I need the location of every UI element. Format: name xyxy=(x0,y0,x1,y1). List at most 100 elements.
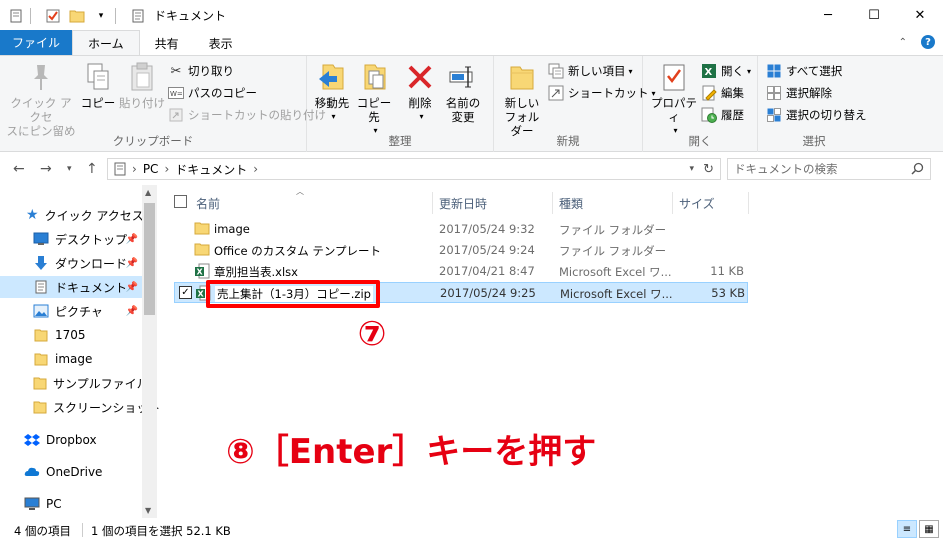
nav-item-downloads[interactable]: ダウンロード 📌 xyxy=(0,252,142,274)
cut-button[interactable]: ✂ 切り取り xyxy=(168,61,234,81)
breadcrumb-chevron-icon[interactable]: › xyxy=(132,162,137,176)
refresh-icon[interactable]: ↻ xyxy=(703,162,714,177)
tab-share[interactable]: 共有 xyxy=(140,31,194,55)
new-item-button[interactable]: 新しい項目 ▾ xyxy=(548,61,633,81)
close-button[interactable]: ✕ xyxy=(897,0,943,31)
copy-path-icon: W= xyxy=(168,85,184,101)
column-header-type[interactable]: 種類 xyxy=(553,192,673,214)
select-none-button[interactable]: 選択解除 xyxy=(766,83,832,103)
paste-button[interactable]: 貼り付け xyxy=(119,60,165,110)
column-label: 種類 xyxy=(559,196,584,211)
divider xyxy=(30,7,31,24)
tab-file[interactable]: ファイル xyxy=(0,30,73,55)
invert-selection-button[interactable]: 選択の切り替え xyxy=(766,105,867,125)
move-to-button[interactable]: 移動先 ▾ xyxy=(313,60,351,124)
nav-item-onedrive[interactable]: OneDrive xyxy=(0,461,142,483)
file-row[interactable]: X 章別担当表.xlsx 2017/04/21 8:47 Microsoft E… xyxy=(174,261,748,282)
rename-label: 名前の 変更 xyxy=(445,96,481,124)
chevron-down-icon: ▾ xyxy=(419,112,424,121)
file-row[interactable]: Office のカスタム テンプレート 2017/05/24 9:24 ファイル… xyxy=(174,240,748,261)
file-date: 2017/05/24 9:32 xyxy=(439,222,535,236)
pin-to-quick-access-button[interactable]: クイック アクセ スにピン留め xyxy=(6,60,76,138)
history-icon xyxy=(701,107,717,123)
breadcrumb-chevron-icon[interactable]: › xyxy=(253,162,258,176)
open-button[interactable]: X 開く ▾ xyxy=(701,61,751,81)
search-input[interactable]: ドキュメントの検索 xyxy=(727,158,931,180)
invert-selection-icon xyxy=(766,107,782,123)
rename-button[interactable]: 名前の 変更 xyxy=(443,60,483,124)
copy-button[interactable]: コピー xyxy=(80,60,116,110)
ribbon-collapse-icon[interactable]: ⌃ xyxy=(899,37,907,48)
nav-item-pictures[interactable]: ピクチャ 📌 xyxy=(0,300,142,322)
download-icon xyxy=(33,255,49,271)
tab-view[interactable]: 表示 xyxy=(194,31,248,55)
maximize-button[interactable]: ☐ xyxy=(851,0,897,31)
customize-quick-access-icon[interactable]: ▾ xyxy=(93,8,109,24)
svg-text:X: X xyxy=(197,268,204,277)
select-all-button[interactable]: すべて選択 xyxy=(766,61,842,81)
folder-icon xyxy=(33,399,47,415)
organize-group-label: 整理 xyxy=(388,134,412,148)
scroll-up-icon[interactable]: ▲ xyxy=(145,188,151,197)
nav-item-label: ダウンロード xyxy=(55,256,128,271)
nav-item-documents[interactable]: ドキュメント 📌 xyxy=(0,276,142,298)
scroll-down-icon[interactable]: ▼ xyxy=(145,506,151,515)
new-folder-button[interactable]: 新しい フォルダー xyxy=(500,60,544,138)
nav-item-pc[interactable]: PC xyxy=(0,493,142,515)
open-group-label: 開く xyxy=(688,134,712,148)
nav-pane-scrollbar[interactable]: ▲ ▼ xyxy=(142,185,157,518)
nav-item-desktop[interactable]: デスクトップ 📌 xyxy=(0,228,142,250)
nav-item-label: ピクチャ xyxy=(55,304,103,319)
help-icon[interactable]: ? xyxy=(921,35,935,49)
nav-item-label: 1705 xyxy=(55,328,86,342)
delete-button[interactable]: 削除 ▾ xyxy=(405,60,435,124)
breadcrumb-pc[interactable]: PC xyxy=(143,162,159,176)
paste-shortcut-icon xyxy=(168,107,184,123)
column-header-date[interactable]: 更新日時 xyxy=(433,192,553,214)
nav-item-folder-1705[interactable]: 1705 xyxy=(0,324,142,346)
edit-button[interactable]: 編集 xyxy=(701,83,744,103)
minimize-button[interactable]: ─ xyxy=(805,0,851,31)
large-icons-view-icon[interactable]: ▦ xyxy=(919,520,939,538)
column-header-name[interactable]: 名前 ︿ xyxy=(190,187,433,214)
nav-item-label: サンプルファイル xyxy=(53,376,149,391)
tab-home[interactable]: ホーム xyxy=(72,30,140,55)
row-checkbox[interactable]: ✓ xyxy=(179,286,192,299)
nav-item-dropbox[interactable]: Dropbox xyxy=(0,429,142,451)
details-view-icon[interactable]: ≡ xyxy=(897,520,917,538)
copy-path-button[interactable]: W= パスのコピー xyxy=(168,83,257,103)
select-all-checkbox[interactable] xyxy=(174,195,187,208)
breadcrumb-documents[interactable]: ドキュメント xyxy=(175,161,247,178)
breadcrumb-chevron-icon[interactable]: › xyxy=(164,162,169,176)
forward-arrow-icon[interactable]: → xyxy=(40,161,52,177)
move-to-icon xyxy=(316,60,348,94)
svg-text:X: X xyxy=(705,67,713,78)
copy-label: コピー xyxy=(80,96,116,110)
column-header-size[interactable]: サイズ xyxy=(673,192,749,214)
checkmark-quick-icon[interactable] xyxy=(45,8,61,24)
back-arrow-icon[interactable]: ← xyxy=(13,161,25,177)
navigation-pane: ★ クイック アクセス デスクトップ 📌 ダウンロード 📌 ドキュメント 📌 ピ… xyxy=(0,185,160,518)
copy-icon xyxy=(82,60,114,94)
copy-to-button[interactable]: コピー先 ▾ xyxy=(353,60,395,138)
nav-item-label: ドキュメント xyxy=(55,280,128,295)
properties-button[interactable]: プロパティ ▾ xyxy=(649,60,699,138)
paste-shortcut-button[interactable]: ショートカットの貼り付け xyxy=(168,105,326,125)
nav-item-folder-screenshots[interactable]: スクリーンショット xyxy=(0,396,160,418)
address-history-icon[interactable]: ▾ xyxy=(689,164,694,174)
recent-locations-icon[interactable]: ▾ xyxy=(67,164,72,174)
nav-item-folder-image[interactable]: image xyxy=(0,348,142,370)
history-button[interactable]: 履歴 xyxy=(701,105,744,125)
nav-item-quick-access[interactable]: ★ クイック アクセス xyxy=(0,204,144,226)
properties-quick-icon[interactable] xyxy=(8,8,24,24)
file-row[interactable]: image 2017/05/24 9:32 ファイル フォルダー xyxy=(174,219,748,240)
scrollbar-thumb[interactable] xyxy=(144,203,155,315)
nav-item-folder-samples[interactable]: サンプルファイル xyxy=(0,372,149,394)
up-arrow-icon[interactable]: ↑ xyxy=(86,161,98,177)
divider xyxy=(82,523,83,537)
new-folder-quick-icon[interactable] xyxy=(69,8,85,24)
easy-access-button[interactable]: ショートカット ▾ xyxy=(548,83,656,103)
address-bar[interactable]: › PC › ドキュメント › ▾ ↻ xyxy=(107,158,721,180)
highlight-box xyxy=(206,280,380,308)
desktop-icon xyxy=(33,231,49,247)
